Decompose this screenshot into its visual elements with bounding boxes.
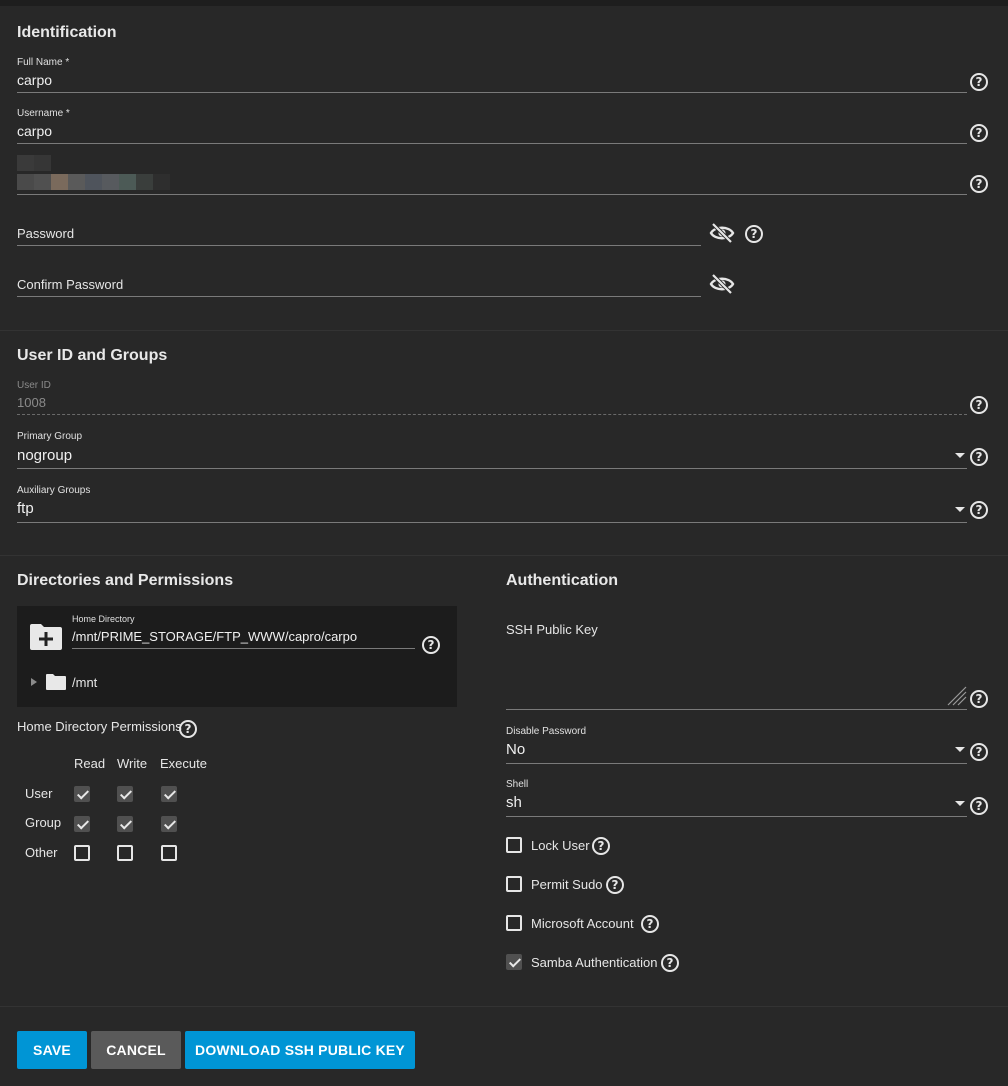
permit-sudo-checkbox[interactable] (506, 876, 522, 892)
shell-select[interactable]: sh (506, 794, 522, 811)
microsoft-account-checkbox[interactable] (506, 915, 522, 931)
permit-sudo-help-icon[interactable]: ? (606, 876, 624, 894)
aux-groups-select[interactable]: ftp (17, 500, 34, 517)
perm-other-read-checkbox[interactable] (74, 845, 90, 861)
confirm-password-underline (17, 296, 701, 297)
disable-password-help-icon[interactable]: ? (970, 743, 988, 761)
ssh-key-help-icon[interactable]: ? (970, 690, 988, 708)
disable-password-label: Disable Password (506, 726, 587, 737)
perm-group-write-checkbox[interactable] (117, 816, 133, 832)
redacted-help-icon[interactable]: ? (970, 175, 988, 193)
full-name-help-icon[interactable]: ? (970, 73, 988, 91)
perm-col-read: Read (74, 756, 106, 771)
primary-group-select[interactable]: nogroup (17, 447, 72, 464)
home-dir-label: Home Directory (72, 614, 135, 624)
perm-other-execute-checkbox[interactable] (161, 845, 177, 861)
permissions-help-icon[interactable]: ? (179, 720, 197, 738)
user-id-input: 1008 (17, 395, 46, 410)
folder-icon[interactable] (45, 673, 67, 691)
samba-auth-help-icon[interactable]: ? (661, 954, 679, 972)
caret-down-icon[interactable] (955, 507, 965, 512)
confirm-password-input[interactable]: Confirm Password (17, 277, 123, 292)
perm-group-execute-checkbox[interactable] (161, 816, 177, 832)
caret-down-icon[interactable] (955, 453, 965, 458)
aux-groups-label: Auxiliary Groups (17, 485, 91, 496)
microsoft-account-label[interactable]: Microsoft Account (531, 916, 634, 931)
caret-down-icon[interactable] (955, 747, 965, 752)
perm-other-write-checkbox[interactable] (117, 845, 133, 861)
shell-label: Shell (506, 779, 529, 790)
perm-row-user: User (25, 786, 53, 801)
username-help-icon[interactable]: ? (970, 124, 988, 142)
lock-user-checkbox[interactable] (506, 837, 522, 853)
redacted-field[interactable] (17, 155, 177, 191)
perm-col-execute: Execute (160, 756, 207, 771)
eye-off-icon[interactable] (709, 222, 735, 244)
aux-groups-underline (17, 522, 967, 523)
full-name-underline (17, 92, 967, 93)
home-dir-underline (72, 648, 415, 649)
redacted-underline (17, 194, 967, 195)
eye-off-icon[interactable] (709, 273, 735, 295)
caret-down-icon[interactable] (955, 801, 965, 806)
disable-password-underline (506, 763, 967, 764)
triangle-right-icon[interactable] (31, 678, 37, 686)
user-id-label: User ID (17, 380, 51, 391)
perm-col-write: Write (117, 756, 148, 771)
primary-group-label: Primary Group (17, 431, 83, 442)
user-id-help-icon[interactable]: ? (970, 396, 988, 414)
password-underline (17, 245, 701, 246)
lock-user-help-icon[interactable]: ? (592, 837, 610, 855)
tree-root-label[interactable]: /mnt (72, 675, 97, 690)
full-name-label: Full Name * (17, 57, 70, 68)
home-directory-explorer: Home Directory /mnt/PRIME_STORAGE/FTP_WW… (17, 606, 457, 707)
identification-title: Identification (17, 24, 117, 41)
section-divider (0, 1006, 1008, 1007)
directories-title: Directories and Permissions (17, 572, 234, 589)
perm-user-read-checkbox[interactable] (74, 786, 90, 802)
disable-password-select[interactable]: No (506, 741, 525, 758)
primary-group-underline (17, 468, 967, 469)
samba-auth-label[interactable]: Samba Authentication (531, 955, 657, 970)
password-help-icon[interactable]: ? (745, 225, 763, 243)
home-dir-permissions-label: Home Directory Permissions (17, 719, 182, 734)
perm-group-read-checkbox[interactable] (74, 816, 90, 832)
authentication-title: Authentication (506, 572, 618, 589)
shell-help-icon[interactable]: ? (970, 797, 988, 815)
samba-auth-checkbox[interactable] (506, 954, 522, 970)
username-label: Username * (17, 108, 70, 119)
user-id-groups-title: User ID and Groups (17, 347, 168, 364)
home-dir-help-icon[interactable]: ? (422, 636, 440, 654)
aux-groups-help-icon[interactable]: ? (970, 501, 988, 519)
shell-underline (506, 816, 967, 817)
folder-plus-icon[interactable] (29, 623, 63, 651)
cancel-button[interactable]: CANCEL (91, 1031, 181, 1069)
password-input[interactable]: Password (17, 226, 74, 241)
perm-row-group: Group (25, 815, 62, 830)
user-id-underline (17, 414, 967, 415)
resize-handle-icon[interactable] (945, 684, 967, 706)
ssh-key-underline (506, 709, 967, 710)
perm-user-execute-checkbox[interactable] (161, 786, 177, 802)
perm-row-other: Other (25, 845, 58, 860)
microsoft-account-help-icon[interactable]: ? (641, 915, 659, 933)
username-input[interactable]: carpo (17, 123, 52, 139)
full-name-input[interactable]: carpo (17, 72, 52, 88)
section-divider (0, 555, 1008, 556)
username-underline (17, 143, 967, 144)
primary-group-help-icon[interactable]: ? (970, 448, 988, 466)
perm-user-write-checkbox[interactable] (117, 786, 133, 802)
lock-user-label[interactable]: Lock User (531, 838, 590, 853)
ssh-public-key-textarea[interactable]: SSH Public Key (506, 622, 598, 637)
home-dir-input[interactable]: /mnt/PRIME_STORAGE/FTP_WWW/capro/carpo (72, 629, 357, 644)
section-divider (0, 330, 1008, 331)
save-button[interactable]: SAVE (17, 1031, 87, 1069)
permit-sudo-label[interactable]: Permit Sudo (531, 877, 603, 892)
download-ssh-key-button[interactable]: DOWNLOAD SSH PUBLIC KEY (185, 1031, 415, 1069)
